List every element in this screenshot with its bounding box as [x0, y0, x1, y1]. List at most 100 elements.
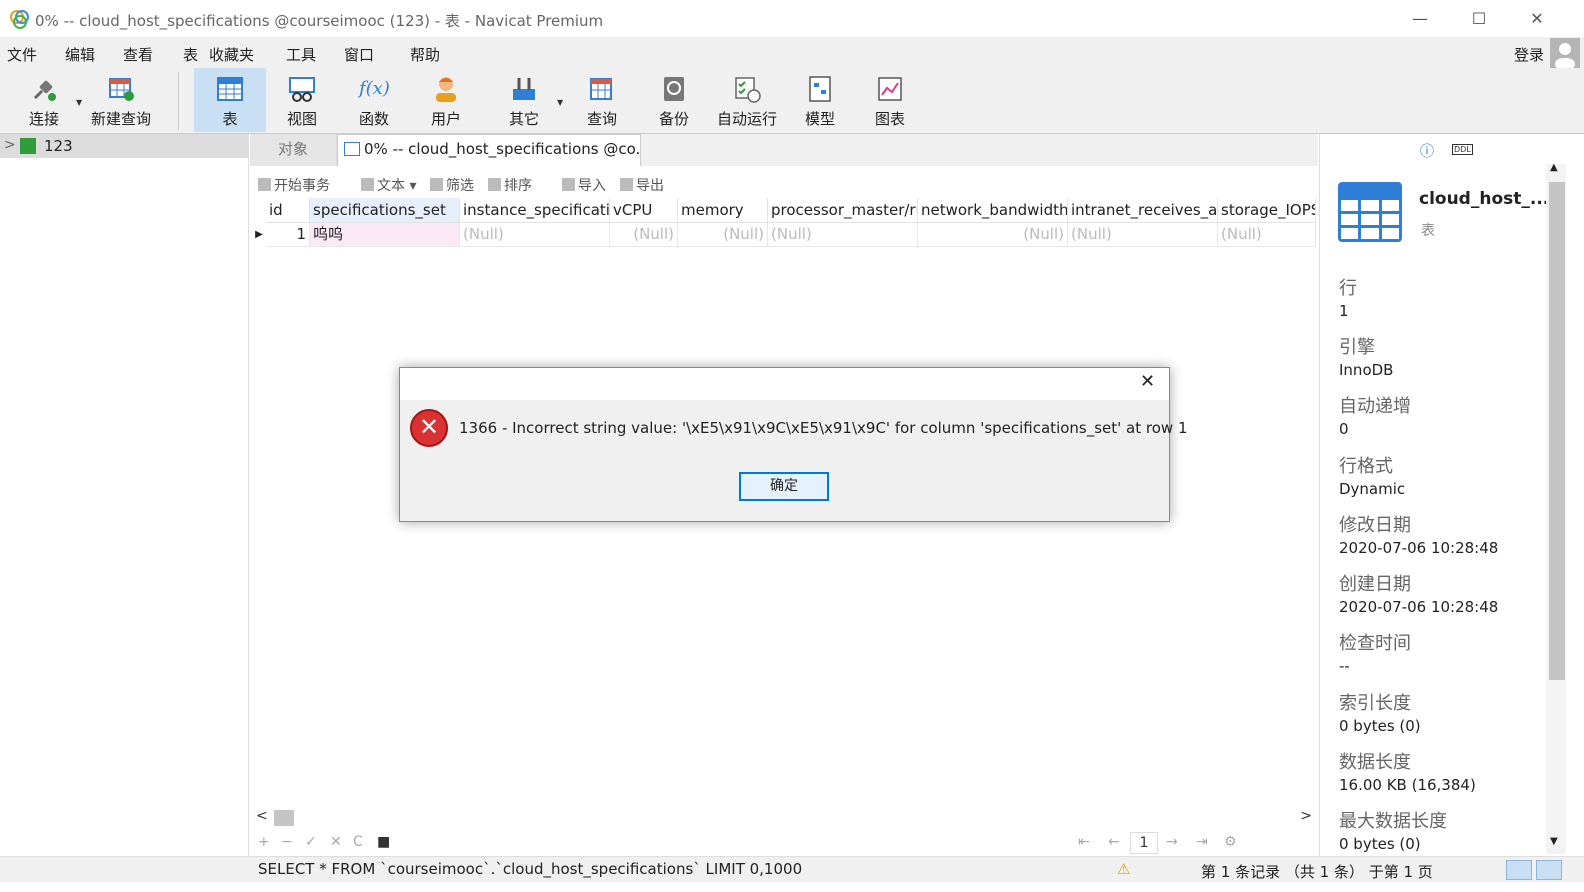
- page-number-input[interactable]: 1: [1130, 832, 1158, 854]
- connect-button[interactable]: 连接: [14, 68, 74, 132]
- text-icon: [361, 178, 374, 191]
- export-button[interactable]: 导出: [620, 175, 664, 195]
- refresh-button[interactable]: C: [353, 834, 363, 850]
- menu-tools[interactable]: 工具: [286, 44, 316, 65]
- tree-item-connection[interactable]: > 123: [0, 134, 249, 158]
- tab-objects[interactable]: 对象: [250, 134, 337, 166]
- menu-edit[interactable]: 编辑: [65, 44, 95, 65]
- login-link[interactable]: 登录: [1514, 44, 1544, 65]
- column-header[interactable]: storage_IOPS: [1218, 198, 1316, 223]
- prev-page-button[interactable]: ←: [1108, 834, 1120, 850]
- minimize-button[interactable]: —: [1397, 6, 1443, 32]
- column-header[interactable]: specifications_set: [310, 198, 460, 223]
- delete-record-button[interactable]: −: [281, 834, 293, 850]
- column-header[interactable]: vCPU: [610, 198, 678, 223]
- last-page-button[interactable]: ⇥: [1196, 834, 1208, 850]
- begin-transaction-button[interactable]: 开始事务: [258, 175, 330, 195]
- sort-button[interactable]: 排序: [488, 175, 532, 195]
- model-button[interactable]: 模型: [794, 68, 846, 132]
- close-window-button[interactable]: ✕: [1514, 6, 1560, 32]
- table-cell[interactable]: (Null): [918, 223, 1068, 247]
- scroll-left-icon[interactable]: <: [256, 808, 268, 824]
- filter-button[interactable]: 筛选: [430, 175, 474, 195]
- grid-view-toggle[interactable]: [1506, 860, 1532, 880]
- others-button[interactable]: 其它: [496, 68, 552, 132]
- table-cell[interactable]: (Null): [460, 223, 610, 247]
- scroll-thumb[interactable]: [274, 810, 294, 826]
- table-cell[interactable]: (Null): [1068, 223, 1218, 247]
- column-header[interactable]: processor_master/ru: [768, 198, 918, 223]
- error-dialog: ✕ ✕ 1366 - Incorrect string value: '\xE5…: [399, 367, 1187, 522]
- property-data-length: 数据长度 16.00 KB (16,384): [1339, 752, 1476, 794]
- table-cell[interactable]: (Null): [1218, 223, 1316, 247]
- menu-help[interactable]: 帮助: [410, 44, 440, 65]
- table-cell[interactable]: (Null): [768, 223, 918, 247]
- connection-name: 123: [44, 137, 73, 155]
- scroll-thumb[interactable]: [1549, 182, 1565, 680]
- horizontal-scrollbar[interactable]: < >: [252, 808, 1316, 828]
- scroll-right-icon[interactable]: >: [1300, 808, 1312, 824]
- others-dropdown-icon[interactable]: ▼: [557, 98, 563, 107]
- property-engine: 引擎 InnoDB: [1339, 337, 1394, 379]
- query-button[interactable]: 查询: [574, 68, 630, 132]
- connection-icon: [20, 138, 36, 154]
- info-icon[interactable]: ⓘ: [1420, 141, 1434, 161]
- apply-changes-button[interactable]: ✓: [305, 834, 317, 850]
- backup-icon: [664, 77, 684, 101]
- property-index-length: 索引长度 0 bytes (0): [1339, 693, 1421, 735]
- plug-icon: [33, 80, 56, 101]
- column-header[interactable]: memory: [678, 198, 768, 223]
- menu-table[interactable]: 表: [183, 44, 198, 65]
- table-cell[interactable]: 呜呜: [310, 223, 460, 247]
- property-created: 创建日期 2020-07-06 10:28:48: [1339, 574, 1499, 616]
- object-type: 表: [1421, 223, 1435, 239]
- stop-button[interactable]: ■: [377, 834, 390, 850]
- user-button[interactable]: 用户: [420, 68, 472, 132]
- expand-arrow-icon[interactable]: >: [4, 137, 16, 153]
- info-panel: ⓘ DDL cloud_host_... 表 行1 引擎 InnoDB 自动递增 0…: [1319, 134, 1568, 856]
- table-cell[interactable]: 1: [266, 223, 310, 247]
- chart-button[interactable]: 图表: [864, 68, 916, 132]
- autorun-button[interactable]: 自动运行: [714, 68, 780, 132]
- add-record-button[interactable]: +: [258, 834, 270, 850]
- ok-button[interactable]: 确定: [739, 472, 829, 501]
- column-header[interactable]: instance_specificatio: [460, 198, 610, 223]
- row-marker-icon: ▶: [255, 229, 263, 240]
- table-button[interactable]: 表: [194, 68, 266, 132]
- navigator-pane: > 123: [0, 134, 249, 856]
- function-button[interactable]: f(x) 函数: [348, 68, 400, 132]
- menu-favorites[interactable]: 收藏夹: [209, 44, 254, 65]
- menu-file[interactable]: 文件: [7, 44, 37, 65]
- menu-window[interactable]: 窗口: [344, 44, 374, 65]
- avatar[interactable]: [1550, 38, 1580, 70]
- toolbar-divider: [178, 72, 179, 130]
- connect-dropdown-icon[interactable]: ▼: [76, 98, 82, 107]
- import-button[interactable]: 导入: [562, 175, 606, 195]
- text-button[interactable]: 文本 ▾: [361, 175, 416, 195]
- warning-icon[interactable]: ⚠: [1117, 860, 1130, 878]
- settings-icon[interactable]: ⚙: [1224, 834, 1237, 850]
- dialog-close-icon[interactable]: ✕: [1140, 371, 1155, 392]
- backup-button[interactable]: 备份: [648, 68, 700, 132]
- column-header[interactable]: network_bandwidth: [918, 198, 1068, 223]
- first-page-button[interactable]: ⇤: [1078, 834, 1090, 850]
- column-header[interactable]: id: [266, 198, 310, 223]
- scroll-down-icon[interactable]: ▼: [1550, 836, 1558, 847]
- main-toolbar: 连接 ▼ 新建查询 表 视图 f(x) 函数 用户 其它 ▼ 查询 备份 自动运…: [0, 68, 1584, 134]
- new-query-button[interactable]: 新建查询: [86, 68, 156, 132]
- ddl-icon[interactable]: DDL: [1452, 144, 1473, 155]
- column-header[interactable]: intranet_receives_an: [1068, 198, 1218, 223]
- discard-changes-button[interactable]: ✕: [330, 834, 342, 850]
- table-cell[interactable]: (Null): [678, 223, 768, 247]
- menu-view[interactable]: 查看: [123, 44, 153, 65]
- next-page-button[interactable]: →: [1166, 834, 1178, 850]
- new-query-icon: [109, 78, 134, 101]
- scroll-up-icon[interactable]: ▲: [1550, 162, 1558, 173]
- info-panel-scrollbar[interactable]: ▲ ▼: [1546, 162, 1566, 854]
- data-grid: id specifications_set instance_specifica…: [252, 198, 1316, 250]
- form-view-toggle[interactable]: [1536, 860, 1562, 880]
- view-button[interactable]: 视图: [276, 68, 328, 132]
- table-cell[interactable]: (Null): [610, 223, 678, 247]
- tab-table-data[interactable]: 0% -- cloud_host_specifications @co...: [337, 134, 641, 166]
- maximize-button[interactable]: ☐: [1456, 6, 1502, 32]
